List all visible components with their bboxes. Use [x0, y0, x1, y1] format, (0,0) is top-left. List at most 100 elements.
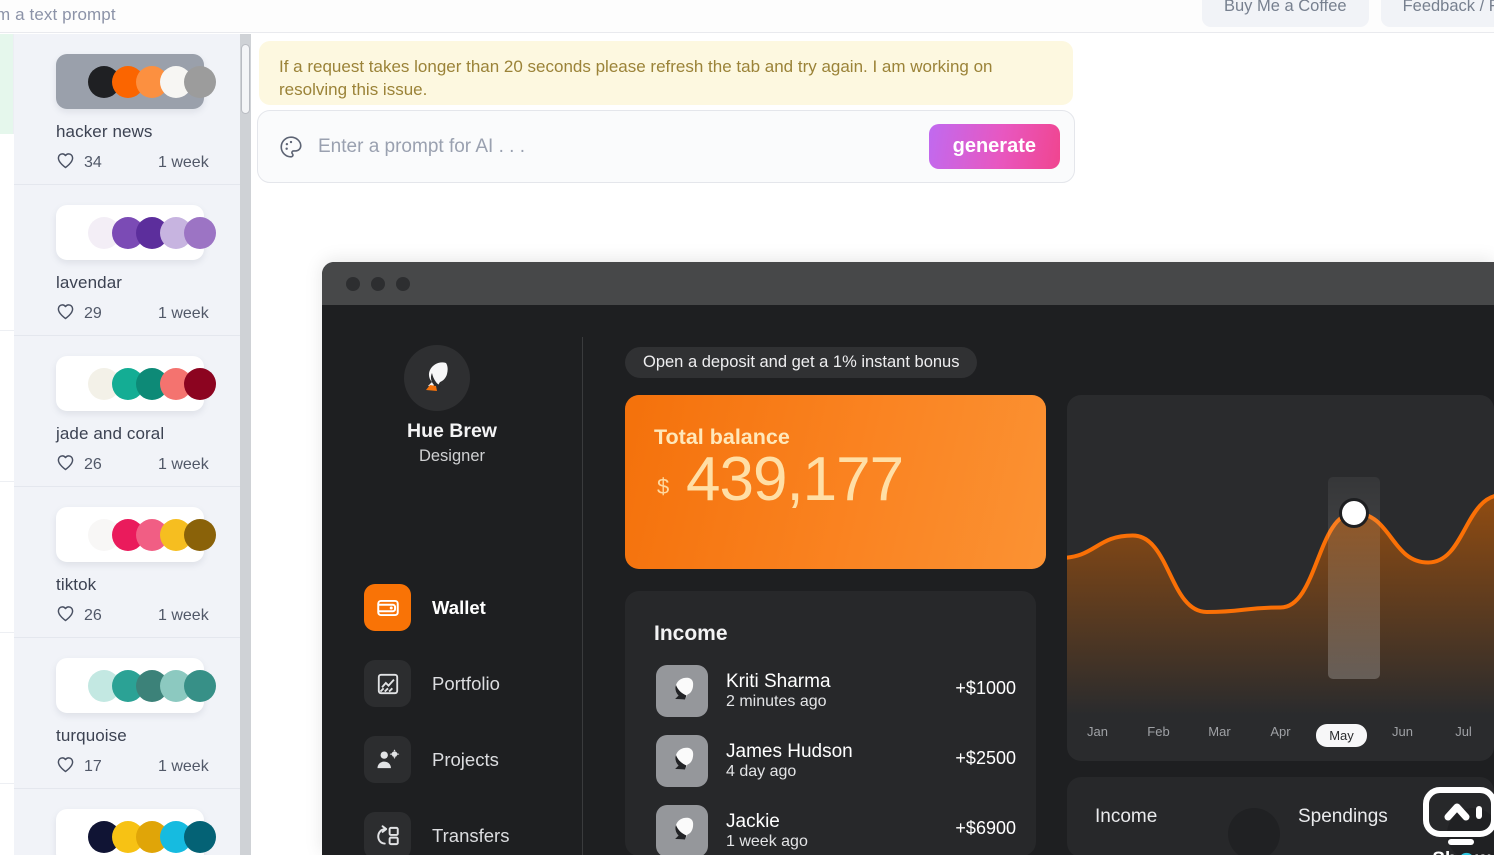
dashboard-nav-item-wallet[interactable]: Wallet — [364, 584, 584, 631]
promo-banner[interactable]: Open a deposit and get a 1% instant bonu… — [625, 347, 978, 378]
palette-swatches — [88, 820, 216, 853]
summary-income-label: Income — [1095, 806, 1158, 827]
palette-swatch-card[interactable] — [56, 54, 216, 109]
window-controls[interactable] — [346, 277, 410, 291]
income-list-item[interactable]: James Hudson 4 day ago +$2500 — [656, 735, 1016, 787]
dashboard-user-name: Hue Brew — [407, 420, 497, 442]
palette-swatches — [88, 669, 216, 702]
chart-month-label: Feb — [1147, 724, 1170, 739]
status-notice-banner: If a request takes longer than 20 second… — [259, 41, 1073, 105]
chart-month-jan[interactable]: Jan — [1067, 724, 1128, 747]
palette-name: hacker news — [56, 122, 153, 141]
palette-swatch-color — [184, 367, 216, 400]
palette-swatch-card[interactable] — [56, 356, 216, 411]
chart-month-label: Jan — [1087, 724, 1108, 739]
heart-icon[interactable] — [56, 152, 84, 174]
chart-month-label: Jun — [1392, 724, 1413, 739]
palette-swatch-card[interactable] — [56, 205, 216, 260]
chart-month-label: May — [1316, 724, 1367, 747]
dashboard-nav-label: Wallet — [432, 596, 486, 618]
dashboard-nav-label: Transfers — [432, 824, 510, 846]
palette-list-item[interactable]: hacker news 34 1 week — [14, 34, 246, 185]
palette-meta: 26 1 week — [56, 605, 246, 627]
chart-month-apr[interactable]: Apr — [1250, 724, 1311, 747]
chart-month-may[interactable]: May — [1311, 724, 1372, 747]
wallet-icon — [364, 584, 411, 631]
show-me-label: Sh w Me — [1432, 849, 1494, 855]
palette-name: jade and coral — [56, 424, 165, 443]
income-list-item[interactable]: Kriti Sharma 2 minutes ago +$1000 — [656, 665, 1016, 717]
palette-list-item[interactable]: tiktok 26 1 week — [14, 487, 246, 638]
palette-like-count: 17 — [84, 758, 102, 775]
window-minimize-dot[interactable] — [371, 277, 385, 291]
buy-me-a-coffee-button[interactable]: Buy Me a Coffee — [1201, 0, 1369, 27]
palette-swatches — [88, 216, 216, 249]
show-me-suffix: w Me — [1476, 849, 1494, 855]
generate-button[interactable]: generate — [928, 124, 1060, 169]
dashboard-user-role: Designer — [418, 447, 486, 465]
contact-avatar-icon — [656, 735, 708, 787]
income-title: Income — [654, 622, 728, 645]
palette-age: 1 week — [158, 607, 209, 624]
revenue-area-chart[interactable]: Jan Feb Mar Apr May Jun Jul — [1067, 395, 1494, 761]
window-maximize-dot[interactable] — [396, 277, 410, 291]
header-actions: Buy Me a Coffee Feedback / Report Iss — [1201, 0, 1494, 27]
palette-swatch-color — [184, 518, 216, 551]
palette-age: 1 week — [158, 456, 209, 473]
dashboard-nav-item-portfolio[interactable]: Portfolio — [364, 660, 584, 707]
contact-avatar-icon — [656, 665, 708, 717]
heart-icon[interactable] — [56, 454, 84, 476]
palette-list-scrollbar-track[interactable] — [240, 34, 251, 855]
show-me-prefix: Sh — [1432, 849, 1456, 855]
palette-list-scrollbar-thumb[interactable] — [241, 44, 250, 114]
prompt-input[interactable] — [318, 135, 929, 158]
window-titlebar — [322, 262, 1494, 305]
robot-monitor-icon — [1420, 787, 1494, 854]
prompt-bar[interactable]: generate — [257, 110, 1075, 183]
palette-like-count: 26 — [84, 456, 102, 473]
palette-like-count: 26 — [84, 607, 102, 624]
palette-list-item[interactable] — [14, 789, 246, 855]
palette-swatch-card[interactable] — [56, 658, 216, 713]
robot-face-icon — [1458, 852, 1475, 855]
palette-list[interactable]: hacker news 34 1 week lavendar 29 1 week… — [14, 34, 246, 855]
dashboard-nav-label: Portfolio — [432, 672, 500, 694]
chart-month-label: Apr — [1270, 724, 1291, 739]
palette-list-item[interactable]: turquoise 17 1 week — [14, 638, 246, 789]
palette-list-item[interactable]: lavendar 29 1 week — [14, 185, 246, 336]
user-gear-icon — [364, 736, 411, 783]
heart-icon[interactable] — [56, 605, 84, 627]
income-item-text: James Hudson 4 day ago — [726, 741, 853, 781]
heart-icon[interactable] — [56, 756, 84, 778]
summary-spendings-label: Spendings — [1298, 806, 1388, 827]
income-item-text: Jackie 1 week ago — [726, 811, 808, 851]
chart-month-feb[interactable]: Feb — [1128, 724, 1189, 747]
chart-month-mar[interactable]: Mar — [1189, 724, 1250, 747]
dashboard-nav-item-projects[interactable]: Projects — [364, 736, 584, 783]
feedback-report-issue-button[interactable]: Feedback / Report Iss — [1380, 0, 1494, 27]
dashboard-preview-window: Hue Brew Designer Wallet Portfolio Proje… — [322, 262, 1494, 855]
palette-age: 1 week — [158, 154, 209, 171]
chart-month-jun[interactable]: Jun — [1372, 724, 1433, 747]
heart-icon[interactable] — [56, 303, 84, 325]
palette-meta: 34 1 week — [56, 152, 246, 174]
palette-age: 1 week — [158, 305, 209, 322]
chart-month-jul[interactable]: Jul — [1433, 724, 1494, 747]
palette-icon — [278, 134, 304, 160]
palette-swatch-card[interactable] — [56, 507, 216, 562]
chart-x-axis-labels[interactable]: Jan Feb Mar Apr May Jun Jul — [1067, 724, 1494, 747]
offscreen-palette-card-edge — [0, 34, 14, 134]
summary-income-circle — [1228, 808, 1280, 855]
palette-name: turquoise — [56, 726, 127, 745]
income-item-name: James Hudson — [726, 741, 853, 762]
dashboard-nav-item-transfers[interactable]: Transfers — [364, 812, 584, 855]
palette-list-item[interactable]: jade and coral 26 1 week — [14, 336, 246, 487]
palette-like-count: 29 — [84, 305, 102, 322]
palette-swatch-card[interactable] — [56, 809, 216, 855]
palette-swatch-color — [184, 216, 216, 249]
currency-symbol: $ — [657, 474, 670, 499]
dashboard-nav[interactable]: Wallet Portfolio Projects Transfers — [364, 584, 584, 855]
palette-swatch-color — [184, 669, 216, 702]
window-close-dot[interactable] — [346, 277, 360, 291]
income-list-item[interactable]: Jackie 1 week ago +$6900 — [656, 805, 1016, 855]
